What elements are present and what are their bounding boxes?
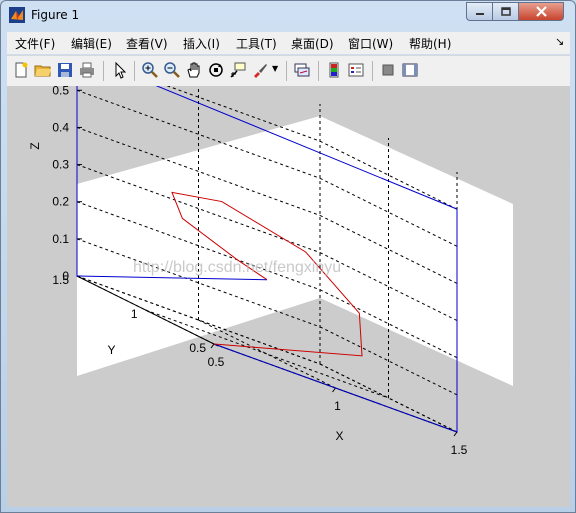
- x-tick-label: 0.5: [208, 355, 225, 369]
- watermark-text: http://blog.csdn.net/fengxinyu: [133, 259, 341, 276]
- zoom-in-icon[interactable]: [141, 61, 159, 79]
- x-tick-label: 1.5: [451, 443, 468, 457]
- z-tick-label: 0.1: [52, 232, 69, 246]
- toolbar-separator: [134, 61, 135, 81]
- z-tick-label: 0.3: [52, 158, 69, 172]
- menu-view[interactable]: 查看(V): [126, 35, 168, 52]
- y-tick-label: 1: [131, 307, 138, 321]
- save-icon[interactable]: [56, 61, 74, 79]
- edit-plot-icon[interactable]: [111, 61, 129, 79]
- x-axis-label: X: [335, 429, 343, 443]
- colorbar-icon[interactable]: [325, 61, 343, 79]
- minimize-icon: [475, 12, 484, 15]
- menu-help[interactable]: 帮助(H): [409, 35, 451, 52]
- menu-insert[interactable]: 插入(I): [183, 35, 220, 52]
- toolbar-separator: [318, 61, 319, 81]
- legend-icon[interactable]: [347, 61, 365, 79]
- toolbar-separator: [103, 61, 104, 81]
- pan-icon[interactable]: [185, 61, 203, 79]
- menu-tools[interactable]: 工具(T): [236, 35, 277, 52]
- minimize-button[interactable]: [466, 2, 493, 21]
- toolbar-separator: [372, 61, 373, 81]
- axes-background: [77, 116, 513, 386]
- print-icon[interactable]: [78, 61, 96, 79]
- window-title: Figure 1: [31, 8, 80, 22]
- plot-3d[interactable]: 0.511.50.511.500.10.20.30.40.50.6XYZ htt…: [7, 16, 570, 507]
- menu-desktop[interactable]: 桌面(D): [291, 35, 334, 52]
- new-figure-icon[interactable]: [12, 61, 30, 79]
- figure-window: Figure 1 文件(F) 编辑(E) 查看(V) 插入(I) 工具(T) 桌…: [0, 0, 576, 513]
- data-cursor-icon[interactable]: [229, 61, 247, 79]
- dock-arrow-icon[interactable]: ↘: [555, 35, 564, 48]
- brush-dropdown-arrow-icon[interactable]: ▼: [272, 64, 278, 73]
- z-tick-label: 0: [62, 269, 69, 283]
- close-icon: [535, 6, 547, 17]
- menu-file[interactable]: 文件(F): [15, 35, 55, 52]
- toolbar-separator: [286, 61, 287, 81]
- menu-edit[interactable]: 编辑(E): [71, 35, 112, 52]
- x-tick-mark: [453, 431, 458, 437]
- maximize-icon: [500, 6, 511, 16]
- z-tick-label: 0.4: [52, 120, 69, 134]
- hide-plot-tools-icon[interactable]: [379, 61, 397, 79]
- menu-bar: 文件(F) 编辑(E) 查看(V) 插入(I) 工具(T) 桌面(D) 窗口(W…: [7, 32, 570, 54]
- z-tick-label: 0.5: [52, 86, 69, 97]
- rotate-3d-icon[interactable]: [207, 61, 225, 79]
- x-tick-mark: [210, 343, 215, 349]
- x-tick-label: 1: [334, 399, 341, 413]
- y-grid-line: [145, 309, 389, 399]
- link-plot-icon[interactable]: [293, 61, 311, 79]
- title-bar[interactable]: Figure 1: [1, 1, 575, 31]
- z-axis-label: Z: [28, 142, 42, 149]
- x-tick-mark: [332, 387, 336, 393]
- figure-canvas[interactable]: 0.511.50.511.500.10.20.30.40.50.6XYZ htt…: [7, 16, 570, 507]
- menu-window[interactable]: 窗口(W): [348, 35, 393, 52]
- z-tick-label: 0.2: [52, 195, 69, 209]
- y-tick-label: 0.5: [189, 341, 206, 355]
- figure-toolbar: ▼: [7, 55, 570, 87]
- close-button[interactable]: [518, 2, 564, 21]
- brush-icon[interactable]: [251, 61, 269, 79]
- maximize-button[interactable]: [492, 2, 519, 21]
- matlab-logo-icon: [9, 7, 25, 23]
- zoom-out-icon[interactable]: [163, 61, 181, 79]
- open-file-icon[interactable]: [34, 61, 52, 79]
- show-plot-tools-icon[interactable]: [401, 61, 419, 79]
- y-axis-label: Y: [107, 343, 115, 357]
